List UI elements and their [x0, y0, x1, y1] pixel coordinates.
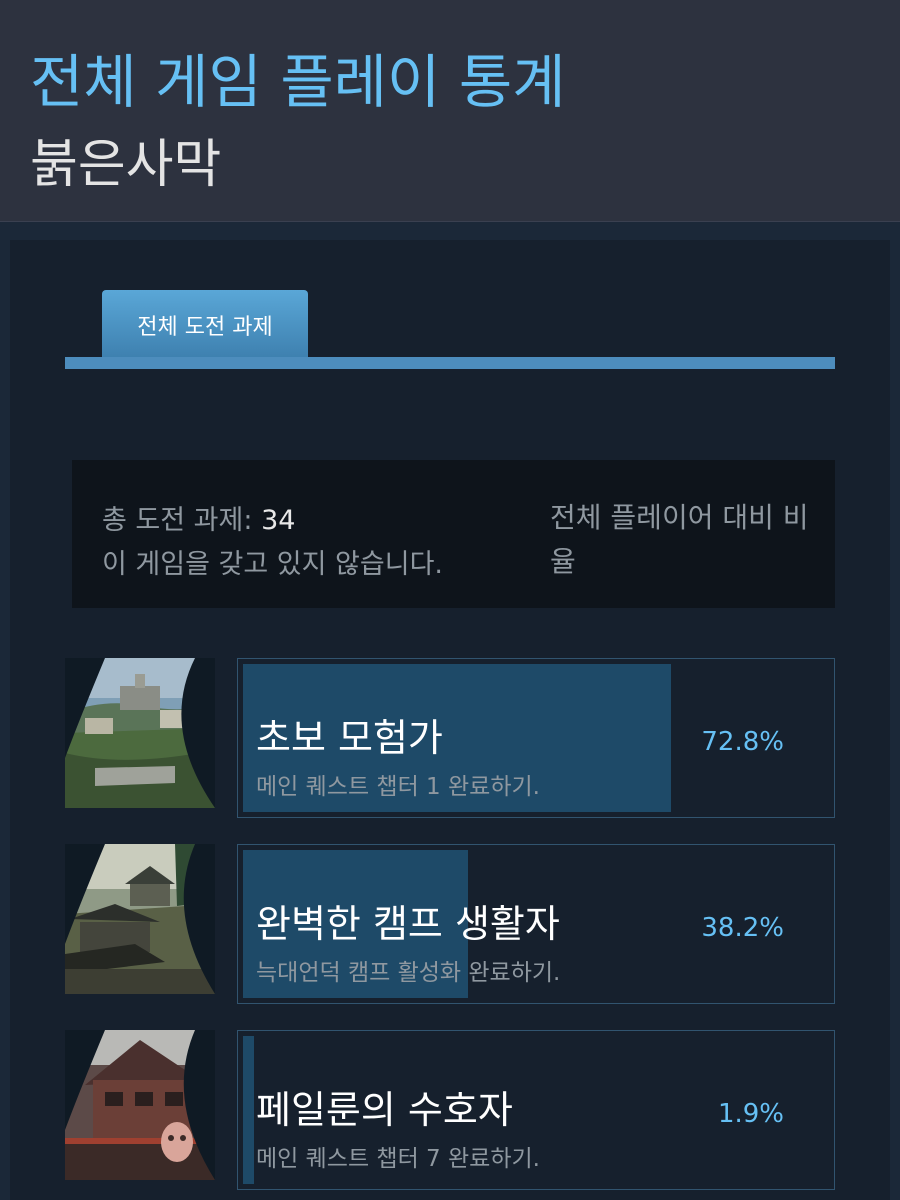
achievement-percent: 1.9%: [717, 1099, 784, 1129]
achievement-description: 늑대언덕 캠프 활성화 완료하기.: [256, 960, 561, 986]
achievement-row: 페일룬의 수호자 메인 퀘스트 챕터 7 완료하기. 1.9%: [0, 1030, 900, 1190]
achievement-card[interactable]: 초보 모험가 메인 퀘스트 챕터 1 완료하기. 72.8%: [237, 658, 835, 818]
castle-landscape-icon: [65, 658, 215, 808]
achievement-name: 초보 모험가: [256, 716, 443, 760]
game-title: 붉은사막: [30, 135, 222, 195]
achievement-name: 페일룬의 수호자: [256, 1088, 513, 1132]
camp-village-icon: [65, 844, 215, 994]
ownership-status: 이 게임을 갖고 있지 않습니다.: [102, 549, 443, 580]
achievement-row: 완벽한 캠프 생활자 늑대언덕 캠프 활성화 완료하기. 38.2%: [0, 844, 900, 1004]
fortress-mask-icon: [65, 1030, 215, 1180]
compare-label: 전체 플레이어 대비 비율: [550, 501, 809, 578]
achievement-card[interactable]: 페일룬의 수호자 메인 퀘스트 챕터 7 완료하기. 1.9%: [237, 1030, 835, 1190]
achievement-percent: 72.8%: [701, 727, 784, 757]
page-title: 전체 게임 플레이 통계: [30, 48, 566, 116]
achievement-percent: 38.2%: [701, 913, 784, 943]
achievement-name: 완벽한 캠프 생활자: [256, 902, 560, 946]
achievement-card[interactable]: 완벽한 캠프 생활자 늑대언덕 캠프 활성화 완료하기. 38.2%: [237, 844, 835, 1004]
achievement-row: 초보 모험가 메인 퀘스트 챕터 1 완료하기. 72.8%: [0, 658, 900, 818]
page-header: 전체 게임 플레이 통계 붉은사막: [0, 0, 900, 222]
total-achievements: 총 도전 과제: 34: [102, 498, 295, 537]
total-achievements-value: 34: [261, 505, 296, 536]
total-achievements-label: 총 도전 과제:: [102, 505, 253, 536]
achievement-progress-bar: [243, 1036, 254, 1184]
tab-underline: [65, 357, 835, 369]
achievement-description: 메인 퀘스트 챕터 7 완료하기.: [256, 1146, 540, 1172]
achievement-description: 메인 퀘스트 챕터 1 완료하기.: [256, 774, 540, 800]
achievement-summary: 총 도전 과제: 34 이 게임을 갖고 있지 않습니다. 전체 플레이어 대비…: [72, 460, 835, 608]
tab-all-achievements[interactable]: 전체 도전 과제: [102, 290, 308, 360]
